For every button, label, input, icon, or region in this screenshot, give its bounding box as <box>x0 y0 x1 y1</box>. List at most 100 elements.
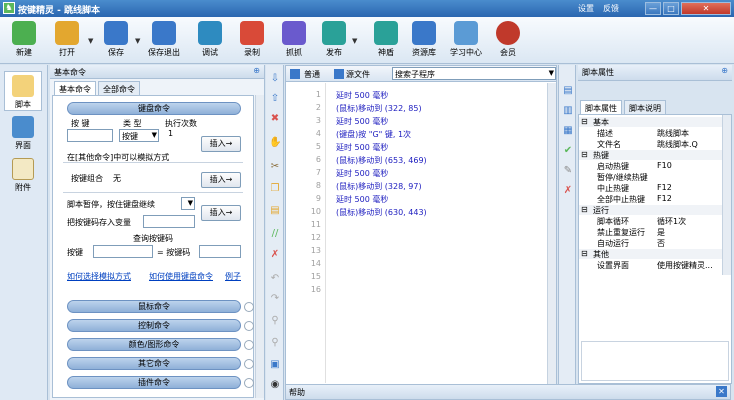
tab-source-view[interactable]: 源文件 <box>346 69 370 80</box>
combo-value[interactable]: 无 <box>113 173 121 184</box>
remove-icon[interactable]: ✗ <box>562 185 574 197</box>
close-button[interactable]: ✕ <box>681 2 731 15</box>
cut-icon[interactable]: ✂ <box>269 161 281 173</box>
code-line[interactable]: (鼠标)移动到 (322, 85) <box>336 103 422 114</box>
tab-script-properties[interactable]: 脚本属性 <box>580 100 622 114</box>
tab-basic-commands[interactable]: 基本命令 <box>54 81 96 95</box>
prop-row[interactable]: 自动运行 否 <box>579 238 723 248</box>
learn-center-button[interactable]: 学习中心 <box>450 21 482 58</box>
close-help-icon[interactable]: ✕ <box>716 386 727 397</box>
tab-ui[interactable]: 界面 <box>4 113 42 153</box>
comment-icon[interactable]: // <box>269 228 281 240</box>
type-select[interactable]: 按键 ▼ <box>119 129 159 142</box>
paste-icon[interactable]: ▤ <box>269 205 281 217</box>
help-simulate-mode-link[interactable]: 如何选择模拟方式 <box>67 271 131 282</box>
prop-row[interactable]: 设置界面 使用按键精灵... <box>579 260 723 270</box>
pause-key-select[interactable]: ▼ <box>181 197 195 210</box>
publish-dropdown-icon[interactable]: ▼ <box>352 37 357 45</box>
section-other[interactable]: ⊟ 其他 <box>579 249 723 259</box>
open-dropdown-icon[interactable]: ▼ <box>88 37 93 45</box>
query-key-input[interactable] <box>93 245 153 258</box>
document-icon[interactable]: ▥ <box>562 105 574 117</box>
tab-script[interactable]: 脚本 <box>4 71 42 111</box>
open-button[interactable]: 打开 <box>55 21 79 58</box>
prop-row[interactable]: 描述 跳线脚本 <box>579 128 723 138</box>
code-line[interactable]: 延时 500 毫秒 <box>336 116 388 127</box>
pin-icon[interactable]: ⊕ <box>721 66 728 75</box>
var-name-input[interactable] <box>143 215 195 228</box>
key-input[interactable] <box>67 129 113 142</box>
plugin-commands-header[interactable]: 插件命令 <box>67 376 254 389</box>
hand-icon[interactable]: ✋ <box>269 137 281 149</box>
color-image-commands-header[interactable]: 颜色/图形命令 <box>67 338 254 351</box>
member-button[interactable]: 会员 <box>496 21 520 58</box>
copy-icon[interactable]: ❐ <box>269 183 281 195</box>
code-line[interactable]: (鼠标)移动到 (328, 97) <box>336 181 422 192</box>
undo-icon[interactable]: ↶ <box>269 273 281 285</box>
move-up-icon[interactable]: ⇧ <box>269 93 281 105</box>
prop-row[interactable]: 中止热键 F12 <box>579 183 723 193</box>
save-exit-button[interactable]: 保存退出 <box>148 21 180 58</box>
code-line[interactable]: (鼠标)移动到 (653, 469) <box>336 155 427 166</box>
code-line[interactable]: (鼠标)移动到 (630, 443) <box>336 207 427 218</box>
uncomment-icon[interactable]: ✗ <box>269 249 281 261</box>
tab-script-description[interactable]: 脚本说明 <box>624 100 666 114</box>
tab-normal-view[interactable]: 普通 <box>304 69 320 80</box>
insert-combo-button[interactable]: 插入→ <box>201 172 241 188</box>
code-line[interactable]: 延时 500 毫秒 <box>336 142 388 153</box>
debug-button[interactable]: 调试 <box>198 21 222 58</box>
prop-row[interactable]: 暂停/继续热键 <box>579 172 723 182</box>
find-icon[interactable]: ⚲ <box>269 315 281 327</box>
prop-row[interactable]: 文件名 跳线脚本.Q <box>579 139 723 149</box>
settings-link[interactable]: 设置 <box>578 3 594 14</box>
prop-row[interactable]: 脚本循环 循环1次 <box>579 216 723 226</box>
help-keyboard-link[interactable]: 如何使用键盘命令 <box>149 271 213 282</box>
keyboard-commands-header[interactable]: 键盘命令 <box>67 102 241 115</box>
insert-key-button[interactable]: 插入→ <box>201 136 241 152</box>
minimize-button[interactable]: — <box>645 2 661 15</box>
subroutine-search-select[interactable]: 搜索子程序 ▼ <box>392 67 556 80</box>
prop-row[interactable]: 全部中止热键 F12 <box>579 194 723 204</box>
move-down-icon[interactable]: ⇩ <box>269 73 281 85</box>
view-icon[interactable]: ▣ <box>269 359 281 371</box>
insert-pause-button[interactable]: 插入→ <box>201 205 241 221</box>
example-link[interactable]: 例子 <box>225 271 241 282</box>
shield-button[interactable]: 神盾 <box>374 21 398 58</box>
section-run[interactable]: ⊟ 运行 <box>579 205 723 215</box>
save-button[interactable]: 保存 <box>104 21 128 58</box>
save-dropdown-icon[interactable]: ▼ <box>135 37 140 45</box>
code-line[interactable]: 延时 500 毫秒 <box>336 90 388 101</box>
grab-button[interactable]: 抓抓 <box>282 21 306 58</box>
delete-icon[interactable]: ✖ <box>269 113 281 125</box>
section-hotkey[interactable]: ⊟ 热键 <box>579 150 723 160</box>
control-commands-header[interactable]: 控制命令 <box>67 319 254 332</box>
query-code-input[interactable] <box>199 245 241 258</box>
code-line[interactable]: 延时 500 毫秒 <box>336 168 388 179</box>
record-button[interactable]: 录制 <box>240 21 264 58</box>
properties-icon[interactable]: ▤ <box>562 85 574 97</box>
other-commands-header[interactable]: 其它命令 <box>67 357 254 370</box>
publish-button[interactable]: 发布 <box>322 21 346 58</box>
new-button[interactable]: 新建 <box>12 21 36 58</box>
replace-icon[interactable]: ⚲ <box>269 337 281 349</box>
code-line[interactable]: 延时 500 毫秒 <box>336 194 388 205</box>
pin-icon[interactable]: ⊕ <box>253 66 260 75</box>
editor-scrollbar[interactable] <box>547 83 556 384</box>
check-icon[interactable]: ✔ <box>562 145 574 157</box>
code-line[interactable]: (键盘)按 "G" 键, 1次 <box>336 129 411 140</box>
feedback-link[interactable]: 反馈 <box>603 3 619 14</box>
tab-attachment[interactable]: 附件 <box>4 155 42 195</box>
prop-row[interactable]: 禁止重复运行 是 <box>579 227 723 237</box>
section-basic[interactable]: ⊟ 基本 <box>579 117 723 127</box>
form-icon[interactable]: ▦ <box>562 125 574 137</box>
redo-icon[interactable]: ↷ <box>269 293 281 305</box>
command-panel-scrollbar[interactable] <box>255 95 264 398</box>
count-value[interactable]: 1 <box>168 129 173 138</box>
mouse-commands-header[interactable]: 鼠标命令 <box>67 300 254 313</box>
tool-icon[interactable]: ✎ <box>562 165 574 177</box>
tab-all-commands[interactable]: 全部命令 <box>98 81 140 95</box>
library-button[interactable]: 资源库 <box>412 21 436 58</box>
maximize-button[interactable]: □ <box>663 2 679 15</box>
eye-icon[interactable]: ◉ <box>269 379 281 391</box>
prop-row[interactable]: 启动热键 F10 <box>579 161 723 171</box>
